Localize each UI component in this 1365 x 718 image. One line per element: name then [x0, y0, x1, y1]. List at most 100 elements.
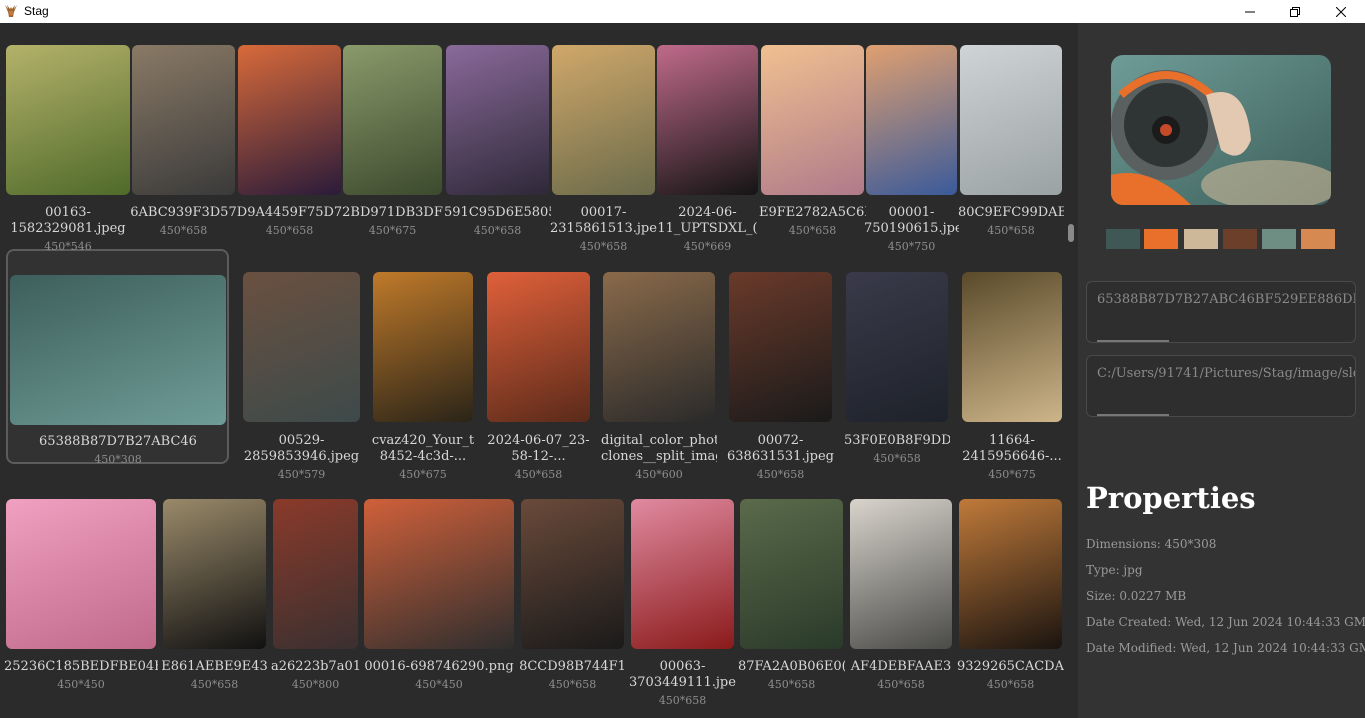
image-thumbnail[interactable]: [343, 45, 442, 195]
image-dimensions-label: 450*658: [658, 694, 707, 707]
image-thumbnail[interactable]: [740, 499, 843, 649]
image-thumbnail[interactable]: [846, 272, 948, 422]
image-thumbnail[interactable]: [729, 272, 832, 422]
image-filename-label: E9FE2782A5C6I: [759, 205, 866, 220]
image-filename-label: 87FA2A0B06E0(: [738, 659, 845, 674]
color-swatch[interactable]: [1301, 229, 1335, 249]
image-thumbnail[interactable]: [850, 499, 952, 649]
image-dimensions-label: 450*450: [57, 678, 105, 691]
image-thumbnail[interactable]: [962, 272, 1062, 422]
image-thumbnail[interactable]: [6, 499, 156, 649]
image-filename-label: E861AEBE9E43: [161, 659, 268, 674]
image-thumbnail[interactable]: [364, 499, 514, 649]
image-path-value: C:/Users/91741/Pictures/Stag/image/sldet…: [1097, 366, 1356, 381]
maximize-button[interactable]: [1272, 0, 1318, 23]
image-thumbnail[interactable]: [959, 499, 1062, 649]
image-filename-label: 8CCD98B744F1: [519, 659, 626, 674]
image-dimensions-label: 450*750: [887, 240, 936, 253]
window-title: Stag: [24, 4, 49, 18]
image-dimensions-label: 450*669: [683, 240, 732, 253]
image-thumbnail[interactable]: [960, 45, 1062, 195]
image-filename-label: AF4DEBFAAE3: [850, 659, 952, 674]
image-filename-label: 11664- 2415956646-...: [962, 433, 1062, 464]
image-thumbnail[interactable]: [552, 45, 655, 195]
color-swatch[interactable]: [1184, 229, 1218, 249]
image-dimensions-label: 450*658: [987, 224, 1035, 237]
image-filename-label: 2024-06-07_23- 58-12-...: [487, 433, 590, 464]
image-dimensions-label: 450*658: [548, 678, 597, 691]
image-thumbnail[interactable]: [521, 499, 624, 649]
image-dimensions-label: 450*658: [265, 224, 314, 237]
gallery-scrollbar-thumb[interactable]: [1068, 224, 1074, 242]
selected-image-preview: [1111, 55, 1331, 205]
image-thumbnail[interactable]: [866, 45, 957, 195]
image-hash-field[interactable]: 65388B87D7B27ABC46BF529EE886DD9: [1086, 281, 1356, 343]
minimize-button[interactable]: [1227, 0, 1273, 23]
image-filename-label: 00163- 1582329081.jpeg: [10, 205, 126, 236]
image-dimensions-label: 450*800: [291, 678, 340, 691]
property-dimensions: Dimensions: 450*308: [1086, 537, 1217, 551]
image-dimensions-label: 450*450: [415, 678, 463, 691]
image-dimensions-label: 450*675: [368, 224, 417, 237]
color-swatch[interactable]: [1262, 229, 1296, 249]
image-thumbnail[interactable]: [603, 272, 715, 422]
close-icon: [1336, 6, 1346, 17]
color-swatch[interactable]: [1144, 229, 1178, 249]
image-thumbnail[interactable]: [238, 45, 341, 195]
color-swatch[interactable]: [1223, 229, 1257, 249]
image-thumbnail[interactable]: [761, 45, 864, 195]
image-filename-label: 65388B87D7B27ABC46: [39, 434, 197, 449]
field-underline: [1097, 340, 1169, 342]
image-hash-value: 65388B87D7B27ABC46BF529EE886DD9: [1097, 292, 1356, 307]
image-thumbnail[interactable]: [163, 499, 266, 649]
image-dimensions-label: 450*675: [399, 468, 447, 481]
image-filename-label: D9A4459F75D7: [236, 205, 343, 220]
image-dimensions-label: 450*658: [756, 468, 805, 481]
title-bar: Stag: [0, 0, 1365, 23]
image-thumbnail[interactable]: [446, 45, 549, 195]
image-dimensions-label: 450*658: [788, 224, 837, 237]
image-thumbnail[interactable]: [10, 275, 226, 425]
property-date-created: Date Created: Wed, 12 Jun 2024 10:44:33 …: [1086, 615, 1365, 629]
property-date-modified: Date Modified: Wed, 12 Jun 2024 10:44:33…: [1086, 641, 1365, 655]
image-filename-label: 25236C185BEDFBE04E: [4, 659, 158, 674]
image-dimensions-label: 450*308: [94, 453, 142, 466]
image-dimensions-label: 450*658: [767, 678, 816, 691]
color-swatch[interactable]: [1106, 229, 1140, 249]
image-filename-label: 9329265CACDA: [957, 659, 1064, 674]
image-dimensions-label: 450*658: [579, 240, 628, 253]
image-filename-label: 00017- 2315861513.jpeg: [550, 205, 657, 236]
image-filename-label: 53F0E0B8F9DD: [844, 433, 950, 448]
image-dimensions-label: 450*658: [877, 678, 925, 691]
stag-logo-icon: [5, 5, 17, 17]
image-thumbnail[interactable]: [132, 45, 235, 195]
minimize-icon: [1245, 11, 1255, 12]
image-thumbnail[interactable]: [487, 272, 590, 422]
image-path-field[interactable]: C:/Users/91741/Pictures/Stag/image/sldet…: [1086, 355, 1356, 417]
image-dimensions-label: 450*600: [635, 468, 683, 481]
image-dimensions-label: 450*675: [988, 468, 1036, 481]
close-button[interactable]: [1318, 0, 1364, 23]
image-filename-label: 00072- 638631531.jpeg: [727, 433, 834, 464]
image-filename-label: 6ABC939F3D57: [130, 205, 237, 220]
image-filename-label: 00001- 750190615.jpe: [864, 205, 959, 236]
image-dimensions-label: 450*658: [986, 678, 1035, 691]
property-size: Size: 0.0227 MB: [1086, 589, 1187, 603]
properties-heading: Properties: [1086, 481, 1256, 515]
image-filename-label: 2024-06- 11_UPTSDXL_(: [657, 205, 758, 236]
image-filename-label: 2BD971DB3DF: [342, 205, 443, 220]
image-dimensions-label: 450*658: [473, 224, 522, 237]
image-dimensions-label: 450*658: [190, 678, 239, 691]
image-filename-label: 591C95D6E5805: [444, 205, 551, 220]
image-filename-label: cvaz420_Your_t 8452-4c3d-...: [371, 433, 475, 464]
image-thumbnail[interactable]: [631, 499, 734, 649]
property-type: Type: jpg: [1086, 563, 1143, 577]
image-thumbnail[interactable]: [6, 45, 130, 195]
image-filename-label: a26223b7a012: [271, 659, 360, 674]
image-thumbnail[interactable]: [657, 45, 758, 195]
image-thumbnail[interactable]: [243, 272, 360, 422]
image-filename-label: digital_color_phot clones__split_imag: [601, 433, 717, 464]
image-thumbnail[interactable]: [373, 272, 473, 422]
image-thumbnail[interactable]: [273, 499, 358, 649]
field-underline: [1097, 414, 1169, 416]
